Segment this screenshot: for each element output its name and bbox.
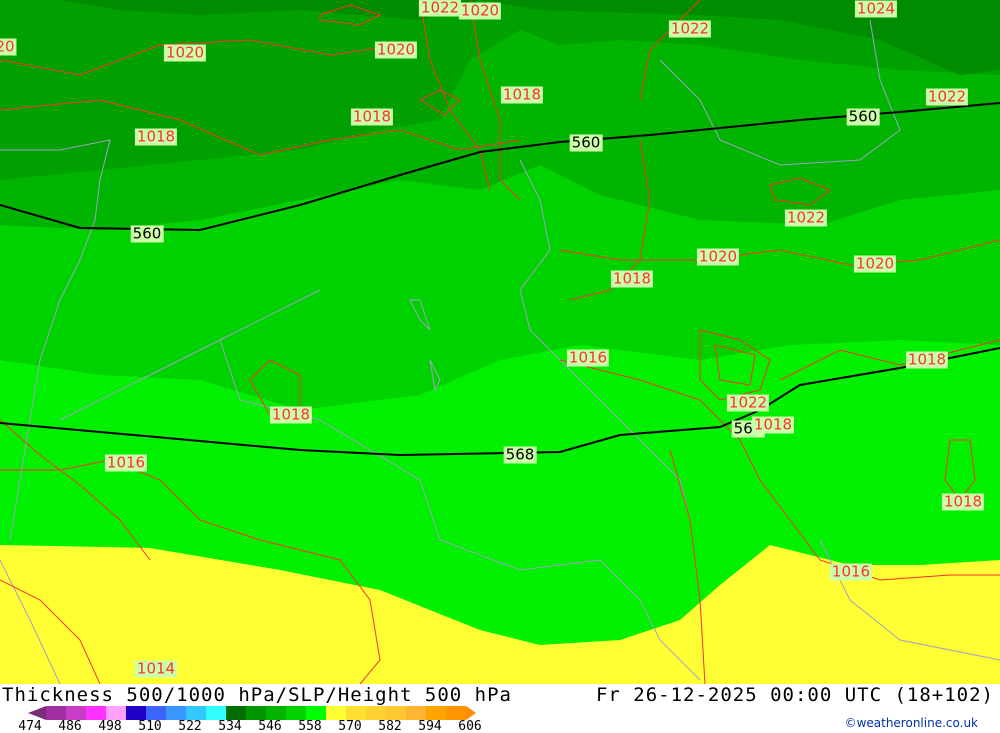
legend-swatch <box>186 706 206 720</box>
thickness-label: 560 <box>130 224 164 243</box>
thickness-label: 560 <box>846 107 880 126</box>
legend-swatch <box>66 706 86 720</box>
legend-tick: 522 <box>178 719 202 733</box>
isobar-label: 1022 <box>668 19 712 38</box>
legend-swatch <box>426 706 446 720</box>
legend-swatch <box>106 706 126 720</box>
legend-tick: 534 <box>218 719 242 733</box>
valid-datetime: Fr 26-12-2025 00:00 UTC (18+102) <box>595 684 994 706</box>
map-title: Thickness 500/1000 hPa/SLP/Height 500 hP… <box>2 684 512 706</box>
isobar-label: 1018 <box>350 107 394 126</box>
isobar-label: 1020 <box>163 43 207 62</box>
legend-swatch <box>126 706 146 720</box>
legend-swatch <box>226 706 246 720</box>
isobar-label: 1020 <box>696 247 740 266</box>
legend-swatch <box>386 706 406 720</box>
legend-swatch <box>86 706 106 720</box>
isobar-label: 1018 <box>751 415 795 434</box>
isobar-label: 1022 <box>925 87 969 106</box>
legend-swatch <box>366 706 386 720</box>
isobar-label: 1018 <box>905 350 949 369</box>
isobar-label: 1020 <box>374 40 418 59</box>
isobar-label: 1022 <box>784 208 828 227</box>
legend-tick: 558 <box>298 719 322 733</box>
legend-tick: 486 <box>58 719 82 733</box>
isobar-label: 20 <box>0 38 17 56</box>
legend-tick: 606 <box>458 719 482 733</box>
legend-swatch <box>166 706 186 720</box>
legend-tick: 582 <box>378 719 402 733</box>
isobar-label: 1024 <box>854 0 898 18</box>
isobar-label: 1018 <box>134 127 178 146</box>
isobar-label: 1016 <box>566 348 610 367</box>
legend-swatch <box>28 706 46 720</box>
isobar-label: 1016 <box>829 562 873 581</box>
isobar-label: 1022 <box>726 393 770 412</box>
legend-swatch <box>306 706 326 720</box>
isobar-label: 1018 <box>500 85 544 104</box>
legend-swatch <box>466 706 476 720</box>
weather-map-view: 560 560 560 568 568 20 1020 1022 1020 1022 1024 102… <box>0 0 1000 733</box>
legend-tick: 510 <box>138 719 162 733</box>
legend-tick: 546 <box>258 719 282 733</box>
color-legend <box>28 706 476 720</box>
legend-swatch <box>46 706 66 720</box>
legend-swatch <box>266 706 286 720</box>
legend-swatch <box>286 706 306 720</box>
legend-swatch <box>446 706 466 720</box>
isobar-label: 1022 <box>418 0 462 17</box>
credit-link[interactable]: ©weatheronline.co.uk <box>845 716 978 730</box>
legend-swatch <box>406 706 426 720</box>
isobar-label: 1018 <box>610 269 654 288</box>
isobar-label: 1020 <box>458 1 502 20</box>
legend-tick: 474 <box>18 719 42 733</box>
legend-swatch <box>246 706 266 720</box>
isobar-label: 1014 <box>134 659 178 678</box>
isobar-label: 1016 <box>104 453 148 472</box>
legend-tick: 594 <box>418 719 442 733</box>
isobar-label: 1018 <box>269 405 313 424</box>
legend-swatch <box>206 706 226 720</box>
legend-swatch <box>346 706 366 720</box>
legend-tick: 570 <box>338 719 362 733</box>
legend-tick: 498 <box>98 719 122 733</box>
isobar-label: 1018 <box>941 492 985 511</box>
thickness-label: 560 <box>569 133 603 152</box>
thickness-label: 568 <box>503 445 537 464</box>
legend-swatch <box>326 706 346 720</box>
legend-swatch <box>146 706 166 720</box>
isobar-label: 1020 <box>853 254 897 273</box>
